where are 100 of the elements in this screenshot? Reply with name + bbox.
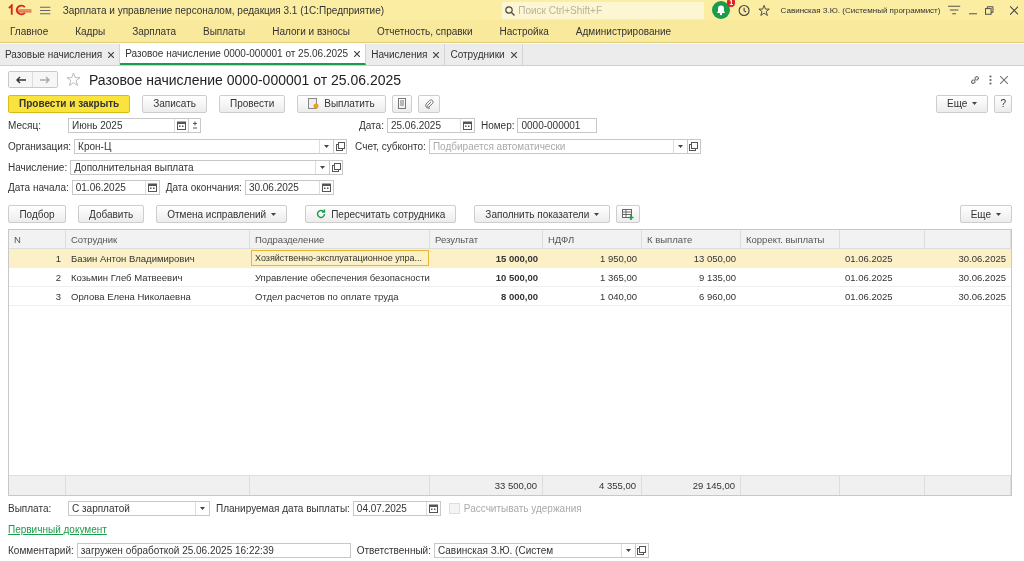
close-icon[interactable] — [1000, 75, 1008, 84]
table-cell-text: 1 040,00 — [599, 290, 638, 302]
open-icon[interactable] — [637, 546, 647, 555]
dropdown-arrow-icon[interactable] — [996, 212, 1001, 216]
star-icon[interactable] — [758, 3, 771, 17]
table-cell-text: 30.06.2025 — [957, 252, 1007, 264]
field-label: Дата начала: — [8, 182, 69, 194]
recalculate-button[interactable]: Пересчитать сотрудника — [305, 205, 457, 224]
field-label: Комментарий: — [8, 545, 74, 556]
total-cell: 33 500,00 — [430, 476, 543, 496]
field-label: Выплата: — [8, 503, 53, 515]
open-icon[interactable] — [335, 141, 345, 151]
calendar-icon[interactable] — [147, 183, 157, 193]
document-tab[interactable]: Сотрудники — [445, 44, 523, 65]
table-settings-button[interactable] — [616, 205, 641, 224]
list-button[interactable] — [391, 94, 412, 113]
column-header[interactable]: N — [9, 230, 66, 249]
open-icon[interactable] — [689, 141, 699, 151]
number-field[interactable]: 0000-000001 — [517, 117, 598, 133]
dropdown-arrow-icon[interactable] — [677, 144, 683, 148]
calendar-icon[interactable] — [321, 183, 331, 193]
dropdown-arrow-icon[interactable] — [972, 102, 978, 106]
menu-item[interactable]: Отчетность, справки — [369, 25, 480, 37]
document-tab[interactable]: Начисления — [366, 44, 446, 65]
more-button[interactable]: Еще — [959, 205, 1012, 224]
close-icon[interactable] — [510, 51, 517, 58]
menu-item[interactable]: Главное — [3, 25, 56, 37]
close-icon[interactable] — [108, 51, 115, 58]
accrual-field[interactable]: Дополнительная выплата — [70, 159, 331, 175]
help-button[interactable]: ? — [994, 94, 1012, 113]
window-title: Зарплата и управление персоналом, редакция 3.1 (1С:Предприятие) — [62, 4, 386, 16]
bell-icon[interactable] — [712, 1, 731, 19]
settings-menu-icon[interactable] — [948, 4, 961, 16]
menu-item[interactable]: Налоги и взносы — [265, 25, 357, 37]
dropdown-arrow-icon[interactable] — [594, 212, 600, 216]
table-row[interactable]: 1 Базин Антон Владимирович Хозяйственно-эксплуатационное упра... 15 000,00 1 950,00 13 050,00 01.06.2025 30.06.2025 — [9, 249, 1011, 269]
fill-indicators-button[interactable]: Заполнить показатели — [474, 205, 611, 224]
dropdown-arrow-icon[interactable] — [271, 212, 277, 216]
more-button[interactable]: Еще — [936, 94, 989, 113]
table-cell-text: 1 — [54, 252, 62, 264]
attach-button[interactable] — [417, 94, 440, 113]
document-icon — [308, 98, 320, 110]
star-icon[interactable] — [66, 72, 81, 88]
document-title: Разовое начисление 0000-000001 от 25.06.2025 — [89, 71, 402, 88]
back-button[interactable] — [9, 72, 33, 88]
field-label: Дата окончания: — [165, 182, 242, 194]
dropdown-arrow-icon[interactable] — [625, 549, 631, 552]
column-header[interactable]: Подразделение — [250, 230, 430, 249]
primary-document-link[interactable]: Первичный документ — [8, 524, 107, 536]
column-header[interactable]: Сотрудник — [66, 230, 250, 249]
column-header[interactable]: К выплате — [642, 230, 741, 249]
close-icon[interactable] — [354, 50, 361, 57]
field-label: Месяц: — [8, 119, 42, 131]
start-date-field[interactable]: 01.06.2025 — [71, 180, 160, 196]
open-icon[interactable] — [331, 162, 341, 172]
history-icon[interactable] — [738, 3, 751, 17]
close-icon[interactable] — [433, 51, 440, 58]
arrow-right-icon — [40, 75, 50, 84]
menu-item[interactable]: Настройка — [492, 25, 556, 37]
post-and-close-button[interactable]: Провести и закрыть — [8, 94, 131, 113]
column-header[interactable]: НДФЛ — [543, 230, 642, 249]
menu-item[interactable]: Кадры — [68, 25, 113, 37]
add-button[interactable]: Добавить — [78, 205, 145, 224]
restore-icon[interactable] — [985, 5, 994, 15]
date-field[interactable]: 25.06.2025 — [386, 117, 475, 133]
dropdown-arrow-icon[interactable] — [200, 507, 205, 511]
comment-field[interactable]: загружен обработкой 25.06.2025 16:22:39 — [76, 543, 351, 558]
end-date-field[interactable]: 30.06.2025 — [244, 180, 334, 196]
table-row[interactable]: 3 Орлова Елена Николаевна Отдел расчетов по оплате труда 8 000,00 1 040,00 6 960,00 01.06.2025 30.06.2025 — [9, 287, 1011, 307]
menu-item[interactable]: Зарплата — [125, 25, 183, 37]
column-header[interactable]: Результат — [430, 230, 543, 249]
logo-icon — [8, 4, 33, 16]
column-header[interactable]: Коррект. выплаты — [741, 230, 840, 249]
table-cell-text: 10 500,00 — [494, 271, 539, 283]
calendar-icon[interactable] — [177, 120, 186, 130]
pick-button[interactable]: Подбор — [8, 205, 66, 224]
cancel-fixes-button[interactable]: Отмена исправлений — [156, 205, 288, 224]
list-icon — [397, 98, 406, 110]
month-field[interactable]: Июнь 2025 — [68, 117, 189, 133]
calendar-icon[interactable] — [462, 120, 472, 130]
calendar-icon[interactable] — [428, 504, 438, 514]
table-row[interactable]: 2 Козьмин Глеб Матвеевич Управление обеспечения безопасности 10 500,00 1 365,00 9 135,00 01.06.2025 30.06.2025 — [9, 268, 1011, 288]
pay-button[interactable]: Выплатить — [297, 94, 386, 113]
responsible-field[interactable]: Савинская З.Ю. (Систем — [433, 543, 636, 558]
post-button[interactable]: Провести — [219, 94, 286, 113]
menu-item[interactable]: Выплаты — [196, 25, 253, 37]
payment-field[interactable]: С зарплатой — [68, 501, 210, 517]
search-field[interactable]: Поиск Ctrl+Shift+F — [502, 1, 705, 19]
menu-item[interactable]: Администрирование — [568, 25, 679, 37]
planned-date-field[interactable]: 04.07.2025 — [352, 501, 441, 517]
close-icon[interactable] — [1009, 5, 1018, 15]
user-name[interactable]: Савинская З.Ю. (Системный программист) — [780, 5, 941, 15]
link-icon[interactable] — [969, 73, 981, 86]
more-icon[interactable] — [989, 74, 992, 85]
save-button[interactable]: Записать — [142, 94, 207, 113]
menu-icon[interactable] — [40, 5, 51, 15]
dropdown-arrow-icon[interactable] — [324, 144, 330, 148]
dropdown-arrow-icon[interactable] — [320, 165, 326, 169]
organization-field[interactable]: Крон-Ц — [74, 138, 335, 154]
document-tab[interactable]: Разовое начисление 0000-000001 от 25.06.2025 — [120, 44, 367, 65]
